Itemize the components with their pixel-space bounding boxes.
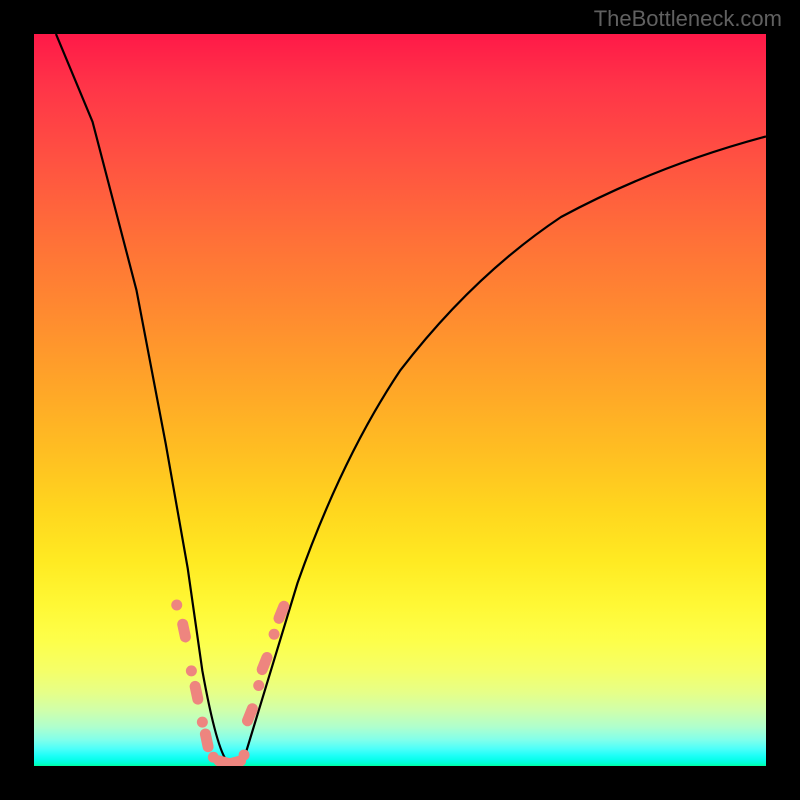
data-marker — [239, 750, 250, 761]
chart-plot-area — [34, 34, 766, 766]
chart-frame: TheBottleneck.com — [0, 0, 800, 800]
data-marker — [197, 717, 208, 728]
data-marker — [269, 629, 280, 640]
data-marker — [171, 599, 182, 610]
data-marker-long — [199, 727, 215, 753]
data-marker-long — [176, 618, 192, 644]
chart-svg — [34, 34, 766, 766]
bottleneck-curve — [56, 34, 766, 763]
data-marker — [253, 680, 264, 691]
data-marker — [186, 665, 197, 676]
data-marker-long — [189, 680, 205, 706]
watermark-text: TheBottleneck.com — [594, 6, 782, 32]
